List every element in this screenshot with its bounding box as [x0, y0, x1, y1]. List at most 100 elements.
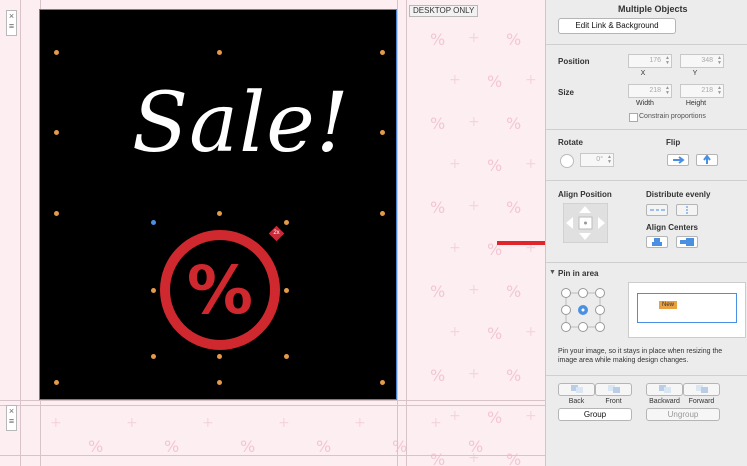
- background-pattern-glyph: %: [506, 198, 522, 217]
- arrow-right-icon: [673, 156, 685, 164]
- resize-handle[interactable]: [54, 50, 59, 55]
- send-to-back-button[interactable]: [558, 383, 595, 396]
- background-pattern-glyph: %: [487, 408, 503, 427]
- pin-preview-label: New: [659, 301, 677, 309]
- constrain-proportions-checkbox[interactable]: [629, 113, 638, 122]
- guide-line: [0, 400, 545, 401]
- background-pattern-glyph: %: [430, 198, 446, 217]
- resize-handle[interactable]: [217, 354, 222, 359]
- stepper-icon[interactable]: ▲ ▼: [665, 56, 670, 66]
- y-label: Y: [692, 70, 698, 77]
- background-pattern-glyph: %: [468, 437, 484, 456]
- background-pattern-glyph: +: [468, 30, 480, 46]
- rotate-field[interactable]: 0° ▲ ▼: [580, 153, 614, 167]
- section-divider: [546, 44, 747, 45]
- align-centers-label: Align Centers: [646, 223, 699, 232]
- distribute-horizontal-button[interactable]: [646, 204, 668, 216]
- distribute-evenly-label: Distribute evenly: [646, 190, 711, 199]
- section-handle-top[interactable]: × ≡: [6, 10, 17, 36]
- edit-link-background-button[interactable]: Edit Link & Background: [558, 18, 676, 34]
- resize-handle[interactable]: [380, 130, 385, 135]
- resize-handle[interactable]: [380, 50, 385, 55]
- section-divider: [546, 262, 747, 263]
- front-label: Front: [605, 398, 622, 405]
- background-pattern-glyph: %: [487, 324, 503, 343]
- background-pattern-glyph: %: [487, 156, 503, 175]
- flip-horizontal-button[interactable]: [667, 154, 689, 166]
- align-center-horizontal-button[interactable]: [676, 236, 698, 248]
- stepper-icon[interactable]: ▲ ▼: [717, 86, 722, 96]
- panel-title: Multiple Objects: [618, 4, 688, 14]
- background-pattern-glyph: %: [506, 366, 522, 385]
- background-pattern-glyph: %: [430, 114, 446, 133]
- background-pattern-glyph: +: [468, 198, 480, 214]
- resize-handle[interactable]: [54, 211, 59, 216]
- background-pattern-glyph: %: [506, 114, 522, 133]
- background-pattern-glyph: %: [506, 450, 522, 466]
- disclosure-triangle-icon[interactable]: ▼: [549, 269, 556, 276]
- resize-handle[interactable]: [380, 380, 385, 385]
- back-label: Back: [568, 398, 585, 405]
- background-pattern-glyph: +: [449, 240, 461, 256]
- height-label: Height: [685, 100, 707, 107]
- section-handle-bottom[interactable]: × ≡: [6, 405, 17, 431]
- align-center-vertical-button[interactable]: [646, 236, 668, 248]
- background-pattern-glyph: +: [430, 415, 442, 431]
- guide-line: [0, 455, 545, 456]
- x-label: X: [640, 70, 646, 77]
- position-x-field[interactable]: 176 ▲ ▼: [628, 54, 672, 68]
- artwork-background[interactable]: Sale! %: [40, 10, 397, 400]
- resize-handle[interactable]: [151, 288, 156, 293]
- resize-handle[interactable]: [380, 211, 385, 216]
- resize-handle[interactable]: [284, 288, 289, 293]
- rotate-handle[interactable]: [151, 220, 156, 225]
- background-pattern-glyph: +: [278, 415, 290, 431]
- background-pattern-glyph: %: [430, 450, 446, 466]
- resize-handle[interactable]: [54, 130, 59, 135]
- background-pattern-glyph: +: [468, 114, 480, 130]
- stepper-icon[interactable]: ▲ ▼: [665, 86, 670, 96]
- background-pattern-glyph: %: [88, 437, 104, 456]
- distribute-vertical-button[interactable]: [676, 204, 698, 216]
- group-button[interactable]: Group: [558, 408, 632, 421]
- backward-label: Backward: [649, 398, 680, 405]
- resize-handle[interactable]: [284, 220, 289, 225]
- forward-label: Forward: [688, 398, 715, 405]
- resize-handle[interactable]: [217, 50, 222, 55]
- send-backward-button[interactable]: [646, 383, 683, 396]
- bring-forward-button[interactable]: [683, 383, 720, 396]
- width-field[interactable]: 218 ▲ ▼: [628, 84, 672, 98]
- constrain-proportions-label: Constrain proportions: [639, 113, 706, 120]
- resize-handle[interactable]: [54, 380, 59, 385]
- resize-handle[interactable]: [217, 380, 222, 385]
- background-pattern-glyph: +: [449, 324, 461, 340]
- rotate-dial[interactable]: [560, 154, 574, 168]
- background-pattern-glyph: +: [354, 415, 366, 431]
- background-pattern-glyph: %: [506, 30, 522, 49]
- background-pattern-glyph: +: [126, 415, 138, 431]
- rotate-label: Rotate: [558, 138, 583, 147]
- align-position-label: Align Position: [558, 190, 612, 199]
- resize-handle[interactable]: [217, 211, 222, 216]
- stepper-icon[interactable]: ▲ ▼: [717, 56, 722, 66]
- ungroup-button[interactable]: Ungroup: [646, 408, 720, 421]
- percent-symbol: %: [187, 252, 253, 329]
- height-field[interactable]: 218 ▲ ▼: [680, 84, 724, 98]
- bring-to-front-button[interactable]: [595, 383, 632, 396]
- background-pattern-glyph: +: [449, 408, 461, 424]
- background-pattern-glyph: +: [525, 324, 537, 340]
- resize-handle[interactable]: [284, 354, 289, 359]
- align-position-grid-icon[interactable]: [563, 203, 608, 243]
- width-label: Width: [636, 100, 654, 107]
- flip-vertical-button[interactable]: [696, 154, 718, 166]
- background-pattern-glyph: +: [202, 415, 214, 431]
- position-y-field[interactable]: 348 ▲ ▼: [680, 54, 724, 68]
- pin-anchor-grid-icon[interactable]: [560, 287, 606, 333]
- stepper-icon[interactable]: ▲ ▼: [607, 155, 612, 165]
- guide-line: [397, 0, 398, 466]
- sale-text[interactable]: Sale!: [132, 76, 350, 171]
- background-pattern-glyph: +: [468, 282, 480, 298]
- resize-handle[interactable]: [151, 354, 156, 359]
- design-canvas[interactable]: % +% +% +% +% +% +% +% +% +% +% +% +% +% +% +% +% +% +% +% +…: [0, 0, 545, 466]
- percent-circle-icon[interactable]: %: [155, 225, 285, 355]
